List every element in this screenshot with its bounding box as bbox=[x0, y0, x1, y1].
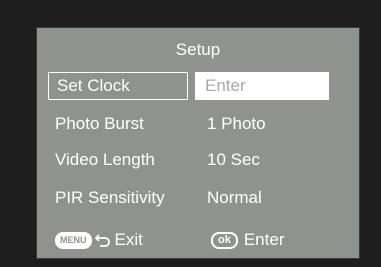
menu-item-video-length[interactable]: Video Length 10 Sec bbox=[37, 146, 359, 174]
ok-key-icon: ok bbox=[211, 231, 238, 249]
menu-item-set-clock[interactable]: Set Clock Enter bbox=[37, 72, 359, 100]
setup-screen: Setup Set Clock Enter Photo Burst 1 Phot… bbox=[36, 27, 360, 259]
back-arrow-icon bbox=[94, 234, 110, 247]
menu-item-label: Photo Burst bbox=[55, 114, 144, 133]
enter-label: Enter bbox=[243, 230, 285, 249]
exit-button[interactable]: MENU Exit bbox=[55, 228, 143, 252]
menu-item-value: 10 Sec bbox=[207, 150, 260, 169]
menu-item-value: Enter bbox=[205, 76, 246, 95]
menu-item-photo-burst[interactable]: Photo Burst 1 Photo bbox=[37, 110, 359, 138]
footer-bar: MENU Exit ok Enter bbox=[37, 228, 359, 252]
exit-label: Exit bbox=[114, 230, 143, 249]
menu-item-pir-sensitivity[interactable]: PIR Sensitivity Normal bbox=[37, 184, 359, 212]
menu-item-label: Video Length bbox=[55, 150, 155, 169]
screen-title: Setup bbox=[175, 40, 221, 59]
menu-key-icon: MENU bbox=[55, 231, 92, 249]
menu-item-label: Set Clock bbox=[57, 76, 130, 95]
menu-item-value: 1 Photo bbox=[207, 114, 266, 133]
menu-item-value: Normal bbox=[207, 188, 262, 207]
menu-item-label: PIR Sensitivity bbox=[55, 188, 165, 207]
enter-button[interactable]: ok Enter bbox=[211, 228, 284, 252]
